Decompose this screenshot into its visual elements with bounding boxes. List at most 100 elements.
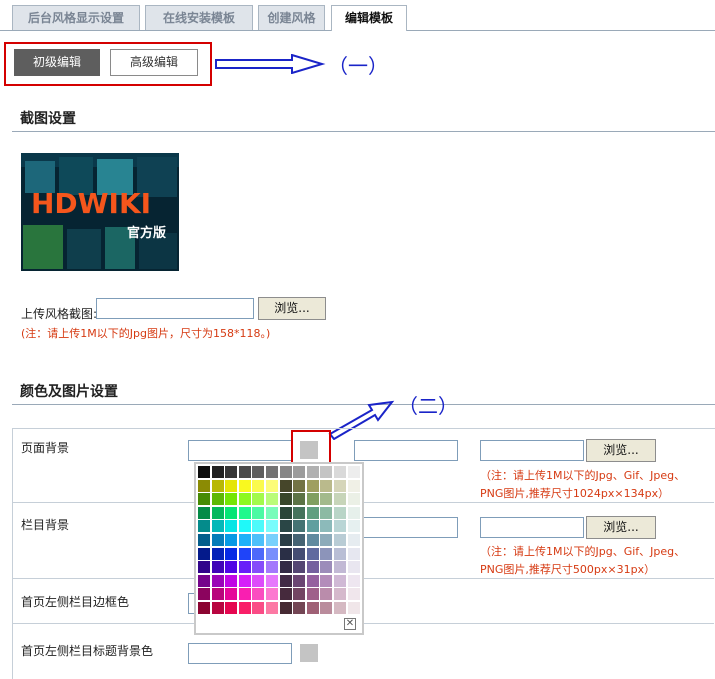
color-cell[interactable] [198,534,210,546]
color-cell[interactable] [347,520,360,533]
color-cell[interactable] [266,493,278,506]
color-cell[interactable] [293,574,306,587]
color-cell[interactable] [252,493,265,506]
color-cell[interactable] [211,547,224,560]
color-cell[interactable] [198,574,210,587]
color-cell[interactable] [211,520,224,533]
color-cell[interactable] [320,561,333,574]
color-cell[interactable] [279,479,292,492]
color-cell[interactable] [225,479,238,492]
color-cell[interactable] [306,588,319,601]
color-cell[interactable] [306,561,319,574]
tab-create-style[interactable]: 创建风格 [258,5,325,30]
color-cell[interactable] [293,602,306,614]
color-cell[interactable] [266,520,278,533]
color-cell[interactable] [252,479,265,492]
color-cell[interactable] [238,602,251,614]
color-cell[interactable] [347,561,360,574]
color-cell[interactable] [306,520,319,533]
color-cell[interactable] [266,602,278,614]
color-cell[interactable] [306,574,319,587]
column-bg-file-input[interactable] [480,517,584,538]
color-cell[interactable] [238,466,251,478]
color-cell[interactable] [279,520,292,533]
color-cell[interactable] [198,466,210,478]
browse-button[interactable]: 浏览... [258,297,326,320]
color-cell[interactable] [252,574,265,587]
basic-edit-button[interactable]: 初级编辑 [14,49,100,76]
close-icon[interactable]: ✕ [344,618,356,630]
color-cell[interactable] [252,534,265,546]
color-cell[interactable] [320,574,333,587]
color-cell[interactable] [293,588,306,601]
color-cell[interactable] [225,506,238,519]
color-cell[interactable] [334,479,346,492]
color-cell[interactable] [225,602,238,614]
color-cell[interactable] [198,588,210,601]
color-cell[interactable] [266,574,278,587]
color-cell[interactable] [198,602,210,614]
color-cell[interactable] [198,561,210,574]
color-cell[interactable] [266,479,278,492]
color-cell[interactable] [347,547,360,560]
color-cell[interactable] [306,602,319,614]
color-cell[interactable] [211,574,224,587]
color-cell[interactable] [252,466,265,478]
left-title-bg-color-input[interactable] [188,643,292,664]
tab-edit-template[interactable]: 编辑模板 [331,5,407,31]
color-cell[interactable] [198,520,210,533]
column-bg-browse-button[interactable]: 浏览... [586,516,656,539]
color-cell[interactable] [293,493,306,506]
color-cell[interactable] [306,506,319,519]
color-cell[interactable] [225,493,238,506]
color-cell[interactable] [334,561,346,574]
color-cell[interactable] [211,466,224,478]
color-cell[interactable] [334,534,346,546]
color-cell[interactable] [252,588,265,601]
color-cell[interactable] [238,574,251,587]
color-cell[interactable] [279,574,292,587]
color-cell[interactable] [225,466,238,478]
color-cell[interactable] [252,561,265,574]
page-bg-color-swatch[interactable] [300,441,318,459]
color-cell[interactable] [225,547,238,560]
color-cell[interactable] [293,479,306,492]
color-cell[interactable] [266,534,278,546]
color-cell[interactable] [225,520,238,533]
color-cell[interactable] [320,547,333,560]
upload-screenshot-input[interactable] [96,298,254,319]
color-cell[interactable] [252,547,265,560]
color-cell[interactable] [293,506,306,519]
page-bg-color-input[interactable] [188,440,292,461]
color-cell[interactable] [198,547,210,560]
color-cell[interactable] [266,547,278,560]
color-cell[interactable] [198,479,210,492]
color-cell[interactable] [238,547,251,560]
advanced-edit-button[interactable]: 高级编辑 [110,49,198,76]
color-cell[interactable] [320,479,333,492]
color-cell[interactable] [266,561,278,574]
color-cell[interactable] [211,506,224,519]
color-cell[interactable] [279,493,292,506]
column-bg-image-url-input[interactable] [354,517,458,538]
color-cell[interactable] [334,602,346,614]
color-cell[interactable] [347,466,360,478]
color-cell[interactable] [238,479,251,492]
color-cell[interactable] [347,588,360,601]
color-cell[interactable] [334,588,346,601]
color-cell[interactable] [238,561,251,574]
color-cell[interactable] [347,534,360,546]
color-cell[interactable] [252,506,265,519]
color-cell[interactable] [347,574,360,587]
color-cell[interactable] [252,602,265,614]
color-cell[interactable] [347,506,360,519]
color-cell[interactable] [266,588,278,601]
color-cell[interactable] [320,506,333,519]
page-bg-browse-button[interactable]: 浏览... [586,439,656,462]
color-cell[interactable] [211,493,224,506]
color-cell[interactable] [293,547,306,560]
color-cell[interactable] [334,574,346,587]
color-cell[interactable] [266,466,278,478]
color-cell[interactable] [211,588,224,601]
color-cell[interactable] [211,479,224,492]
